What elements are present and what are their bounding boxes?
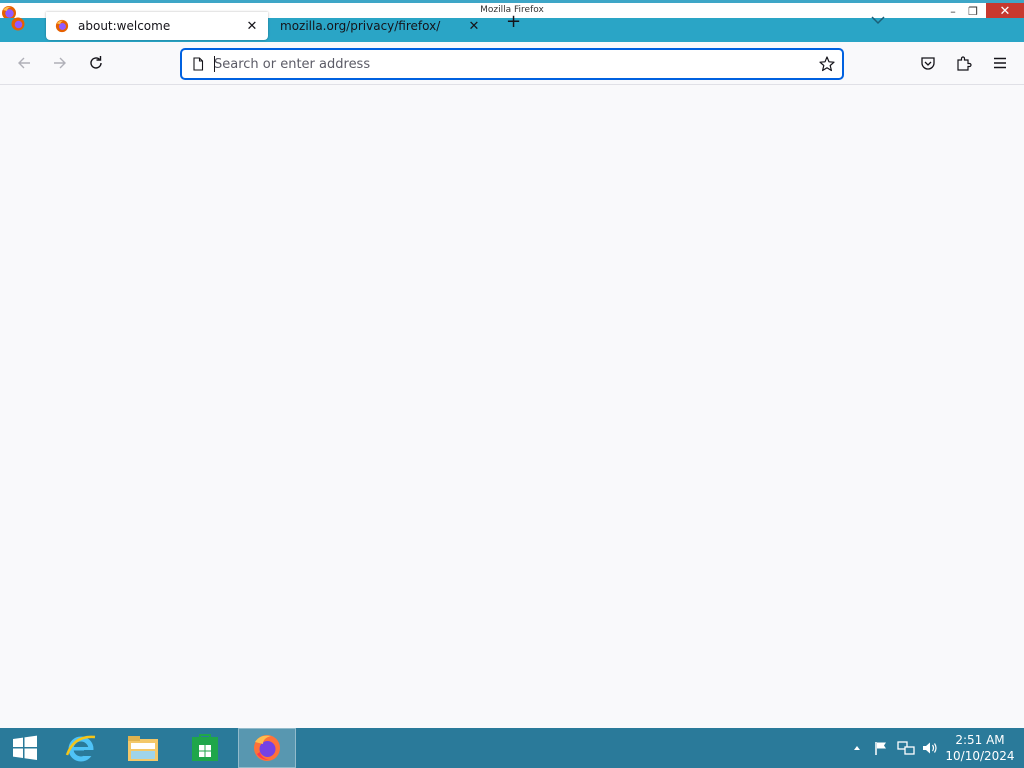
star-icon[interactable] <box>818 55 836 73</box>
firefox-view-icon[interactable] <box>10 16 26 32</box>
pocket-button[interactable] <box>913 48 943 78</box>
taskbar-firefox[interactable] <box>238 728 296 768</box>
flag-icon <box>875 742 886 755</box>
address-bar[interactable] <box>181 49 843 79</box>
speaker-icon <box>923 742 937 754</box>
taskbar-internet-explorer[interactable] <box>58 728 104 768</box>
taskbar-store[interactable] <box>182 728 228 768</box>
start-icon <box>13 735 37 760</box>
store-icon <box>192 734 218 761</box>
close-tab-button[interactable]: ✕ <box>466 19 482 34</box>
clock-time: 2:51 AM <box>955 733 1005 747</box>
tab-mozilla-privacy[interactable]: mozilla.org/privacy/firefox/ ✕ <box>272 12 490 40</box>
chevron-up-icon <box>854 746 860 750</box>
url-input[interactable] <box>214 53 804 75</box>
arrow-left-icon <box>18 57 30 69</box>
page-content <box>0 85 1024 728</box>
chevron-down-icon[interactable] <box>870 14 886 26</box>
firefox-icon <box>254 735 280 761</box>
forward-button[interactable] <box>45 48 75 78</box>
tab-strip: about:welcome ✕ mozilla.org/privacy/fire… <box>0 11 1024 42</box>
tab-label: about:welcome <box>78 19 171 33</box>
hamburger-icon <box>994 57 1006 69</box>
extensions-button[interactable] <box>949 48 979 78</box>
close-tab-button[interactable]: ✕ <box>244 19 260 34</box>
volume-button[interactable] <box>920 728 940 768</box>
pocket-icon <box>921 57 935 70</box>
file-explorer-icon <box>128 736 158 761</box>
tab-about-welcome[interactable]: about:welcome ✕ <box>46 12 268 40</box>
navigation-toolbar <box>0 42 1024 85</box>
arrow-right-icon <box>54 57 66 69</box>
app-menu-button[interactable] <box>985 48 1015 78</box>
tab-label: mozilla.org/privacy/firefox/ <box>280 19 441 33</box>
clock-date: 10/10/2024 <box>945 749 1015 763</box>
taskbar: 2:51 AM 10/10/2024 <box>0 728 1024 768</box>
page-icon <box>193 57 204 71</box>
network-icon <box>897 741 915 755</box>
network-button[interactable] <box>896 728 916 768</box>
show-hidden-icons-button[interactable] <box>850 728 864 768</box>
puzzle-icon <box>957 56 972 71</box>
firefox-favicon-icon <box>55 19 69 33</box>
back-button[interactable] <box>9 48 39 78</box>
internet-explorer-icon <box>65 735 96 762</box>
system-clock[interactable]: 2:51 AM 10/10/2024 <box>944 732 1016 764</box>
taskbar-file-explorer[interactable] <box>120 728 166 768</box>
new-tab-button[interactable]: + <box>506 11 521 32</box>
start-button[interactable] <box>0 728 50 768</box>
reload-button[interactable] <box>81 48 111 78</box>
reload-icon <box>90 56 102 69</box>
text-caret <box>214 56 215 72</box>
action-center-button[interactable] <box>872 728 890 768</box>
